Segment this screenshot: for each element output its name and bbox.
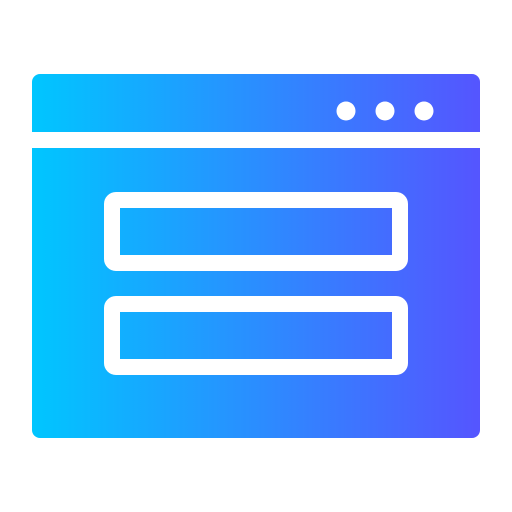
window-control-dot-2 — [375, 101, 395, 121]
icon-canvas — [0, 0, 512, 512]
window-title-bar — [32, 74, 480, 132]
window-control-dot-3 — [414, 101, 434, 121]
browser-window-form-icon — [32, 74, 480, 438]
window-body — [32, 148, 480, 438]
window-control-dot-1 — [336, 101, 356, 121]
